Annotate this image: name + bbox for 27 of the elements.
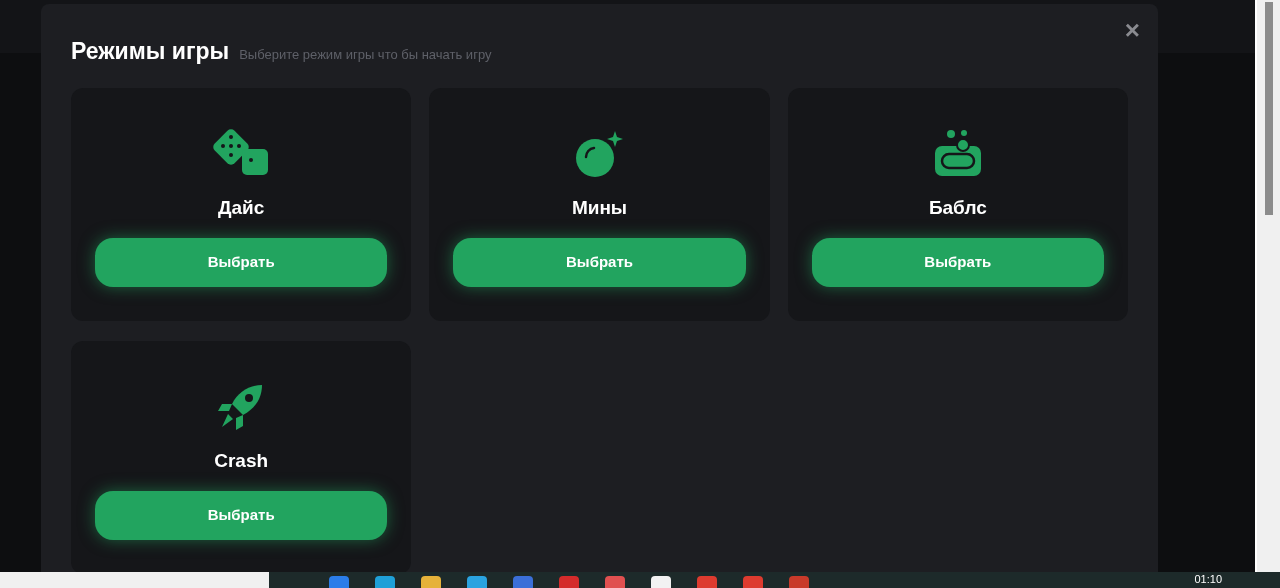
taskbar-app-icon[interactable] <box>605 576 625 588</box>
taskbar-app-icon[interactable] <box>513 576 533 588</box>
mode-name: Crash <box>214 449 269 473</box>
taskbar-app-icon[interactable] <box>375 576 395 588</box>
search-field[interactable] <box>0 572 269 588</box>
bomb-icon <box>574 129 625 179</box>
select-button[interactable]: Выбрать <box>811 238 1104 287</box>
taskbar-app-icon[interactable] <box>789 576 809 588</box>
taskbar-app-icon[interactable] <box>743 576 763 588</box>
mode-name: Баблс <box>928 196 987 220</box>
close-button[interactable]: × <box>1124 18 1140 42</box>
scrollbar-thumb[interactable] <box>1264 2 1273 215</box>
taskbar-app-icon[interactable] <box>421 576 441 588</box>
taskbar-app-icon[interactable] <box>559 576 579 588</box>
modal-subtitle: Выберите режим игры что бы начать игру <box>239 46 492 64</box>
mode-name: Мины <box>571 196 628 220</box>
taskbar-app-icon[interactable] <box>329 576 349 588</box>
taskbar-app-icon[interactable] <box>651 576 671 588</box>
mode-name: Дайс <box>218 196 265 220</box>
modal-title: Режимы игры <box>71 38 230 64</box>
select-button[interactable]: Выбрать <box>95 491 388 540</box>
clock-time: 01:10 <box>1194 572 1222 586</box>
bubbles-icon <box>932 129 983 179</box>
taskbar-app-icon[interactable] <box>467 576 487 588</box>
select-button[interactable]: Выбрать <box>95 238 388 287</box>
select-button[interactable]: Выбрать <box>453 238 746 287</box>
taskbar-app-icon[interactable] <box>697 576 717 588</box>
